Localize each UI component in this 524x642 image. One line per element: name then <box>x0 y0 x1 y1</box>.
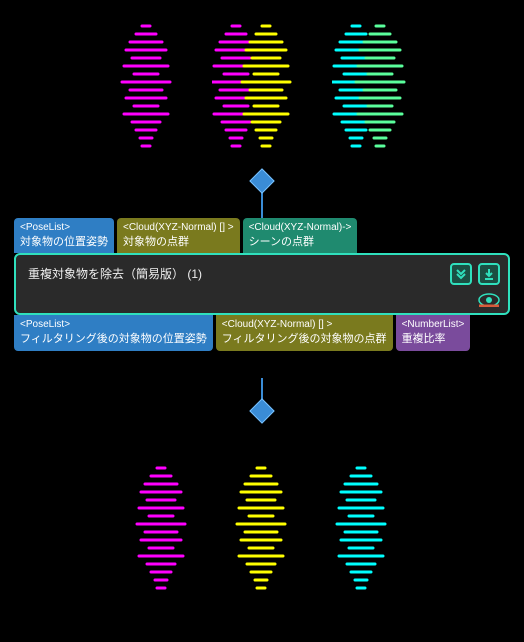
output-port-cloud-objects[interactable]: <Cloud(XYZ-Normal) [] > フィルタリング後の対象物の点群 <box>216 315 393 350</box>
port-label: 重複比率 <box>402 332 465 347</box>
port-type: <NumberList> <box>402 318 465 332</box>
port-type: <Cloud(XYZ-Normal) [] > <box>123 221 234 235</box>
port-label: 対象物の点群 <box>123 235 234 250</box>
expand-button[interactable] <box>450 263 472 285</box>
input-pointclouds <box>0 18 524 158</box>
pointcloud-magenta <box>112 18 182 158</box>
node-actions <box>450 263 500 285</box>
port-type: <PoseList> <box>20 221 108 235</box>
output-port-numberlist[interactable]: <NumberList> 重複比率 <box>396 315 471 350</box>
pointcloud-cyan-out <box>327 460 397 600</box>
pointcloud-yellow-out <box>227 460 297 600</box>
connector-diamond-in <box>249 168 274 193</box>
port-label: フィルタリング後の対象物の点群 <box>222 332 387 347</box>
port-type: <Cloud(XYZ-Normal) [] > <box>222 318 387 332</box>
visibility-icon[interactable] <box>478 293 500 307</box>
port-label: シーンの点群 <box>249 235 352 250</box>
output-pointclouds <box>0 460 524 600</box>
input-port-cloud-objects[interactable]: <Cloud(XYZ-Normal) [] > 対象物の点群 <box>117 218 240 253</box>
node-body[interactable]: 重複対象物を除去（簡易版） (1) <box>14 253 510 315</box>
port-type: <PoseList> <box>20 318 207 332</box>
download-arrow-icon <box>483 268 495 280</box>
output-ports: <PoseList> フィルタリング後の対象物の位置姿勢 <Cloud(XYZ-… <box>14 315 510 350</box>
pointcloud-magenta-out <box>127 460 197 600</box>
input-ports: <PoseList> 対象物の位置姿勢 <Cloud(XYZ-Normal) [… <box>14 218 510 253</box>
connector-diamond-out <box>249 398 274 423</box>
input-port-cloud-scene[interactable]: <Cloud(XYZ-Normal)-> シーンの点群 <box>243 218 358 253</box>
pointcloud-magenta-yellow <box>212 18 302 158</box>
node-remove-overlap: <PoseList> 対象物の位置姿勢 <Cloud(XYZ-Normal) [… <box>14 218 510 351</box>
pointcloud-cyan-green <box>332 18 412 158</box>
node-title: 重複対象物を除去（簡易版） (1) <box>28 265 496 282</box>
port-label: 対象物の位置姿勢 <box>20 235 108 250</box>
chevron-double-down-icon <box>455 268 467 280</box>
port-label: フィルタリング後の対象物の位置姿勢 <box>20 332 207 347</box>
port-type: <Cloud(XYZ-Normal)-> <box>249 221 352 235</box>
output-port-poselist[interactable]: <PoseList> フィルタリング後の対象物の位置姿勢 <box>14 315 213 350</box>
run-button[interactable] <box>478 263 500 285</box>
input-port-poselist[interactable]: <PoseList> 対象物の位置姿勢 <box>14 218 114 253</box>
